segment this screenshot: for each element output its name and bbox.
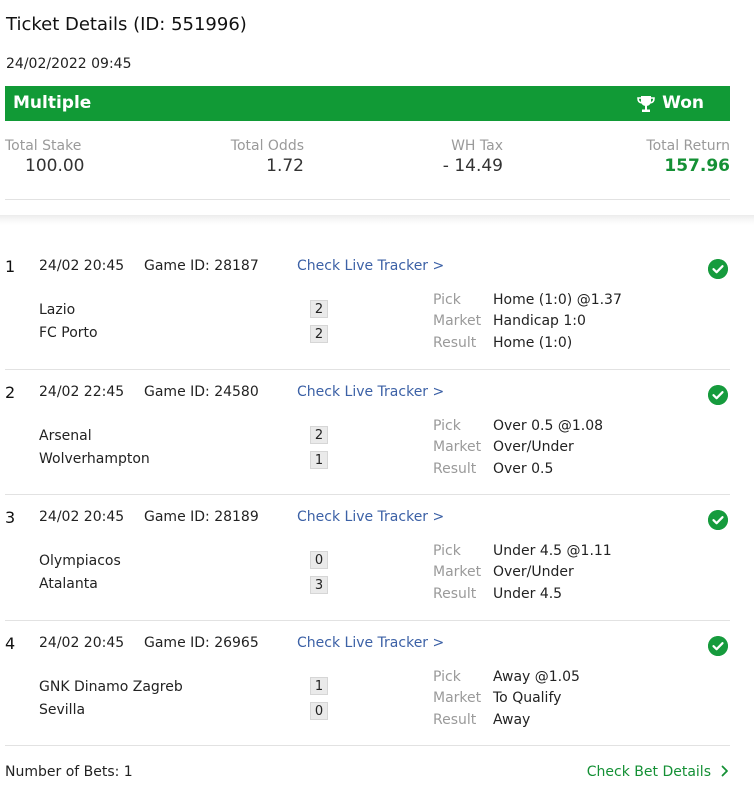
home-team: Arsenal	[39, 427, 92, 444]
total-return: Total Return 157.96	[646, 138, 730, 176]
home-team: Olympiacos	[39, 553, 121, 569]
total-return-value: 157.96	[664, 156, 730, 176]
result-value: Away	[493, 711, 531, 728]
market-value: To Qualify	[493, 689, 562, 706]
result-label: Result	[433, 711, 477, 728]
result-value: Home (1:0)	[493, 335, 573, 351]
wh-tax: WH Tax - 14.49	[443, 138, 503, 176]
away-team: Atalanta	[39, 576, 98, 592]
totals-summary: Total Stake 100.00 Total Odds 1.72 WH Ta…	[5, 138, 730, 200]
pick-label: Pick	[433, 668, 461, 685]
total-stake-label: Total Stake	[5, 138, 82, 154]
wh-tax-value: - 14.49	[442, 156, 503, 176]
game-id: Game ID: 26965	[144, 634, 259, 651]
total-odds-value: 1.72	[266, 156, 304, 176]
wh-tax-label: WH Tax	[451, 138, 503, 154]
market-label: Market	[433, 564, 482, 580]
pick-label: Pick	[433, 543, 461, 559]
check-live-tracker-link[interactable]: Check Live Tracker >	[297, 258, 444, 274]
total-stake: Total Stake 100.00	[5, 138, 84, 176]
away-team: FC Porto	[39, 325, 98, 341]
pick-value: Over 0.5 @1.08	[493, 417, 604, 434]
result-label: Result	[433, 586, 477, 602]
game-id: Game ID: 28189	[144, 509, 259, 525]
pick-value: Away @1.05	[493, 668, 580, 685]
check-live-tracker-link[interactable]: Check Live Tracker >	[297, 509, 444, 525]
ticket-title: Ticket Details (ID: 551996)	[6, 14, 247, 35]
ticket-banner: Multiple Won	[5, 86, 730, 121]
bet-list: 1 24/02 20:45 Game ID: 28187 Check Live …	[5, 244, 730, 746]
bet-time: 24/02 20:45	[39, 258, 125, 274]
chevron-right-icon	[721, 765, 728, 777]
total-odds-label: Total Odds	[230, 138, 304, 154]
check-circle-icon	[708, 510, 728, 530]
bet-time: 24/02 20:45	[39, 509, 125, 525]
home-team: GNK Dinamo Zagreb	[39, 678, 183, 695]
total-stake-value: 100.00	[25, 156, 85, 176]
trophy-icon	[637, 96, 655, 112]
total-odds: Total Odds 1.72	[231, 138, 304, 176]
check-circle-icon	[708, 384, 728, 405]
total-return-label: Total Return	[646, 138, 730, 154]
result-label: Result	[433, 335, 477, 351]
home-score: 2	[310, 425, 328, 444]
market-label: Market	[433, 438, 482, 455]
market-value: Over/Under	[493, 564, 574, 580]
game-id: Game ID: 24580	[144, 383, 259, 400]
section-divider	[0, 215, 754, 225]
market-label: Market	[433, 689, 482, 706]
result-label: Result	[433, 460, 477, 477]
home-score: 0	[310, 551, 328, 569]
market-value: Over/Under	[493, 438, 574, 455]
check-circle-icon	[708, 635, 728, 656]
home-score: 1	[310, 676, 328, 695]
bet-time: 24/02 20:45	[39, 634, 125, 651]
home-score: 2	[310, 300, 328, 318]
away-score: 3	[310, 576, 328, 594]
bet-item: 3 24/02 20:45 Game ID: 28189 Check Live …	[5, 495, 730, 621]
away-score: 0	[310, 701, 328, 720]
market-value: Handicap 1:0	[493, 313, 586, 329]
bet-number: 3	[5, 508, 16, 527]
bet-item: 4 24/02 20:45 Game ID: 26965 Check Live …	[5, 621, 730, 746]
home-team: Lazio	[39, 302, 76, 318]
result-value: Under 4.5	[493, 586, 563, 602]
bet-type-label: Multiple	[13, 93, 92, 113]
number-of-bets: Number of Bets: 1	[5, 764, 133, 780]
bet-item: 1 24/02 20:45 Game ID: 28187 Check Live …	[5, 244, 730, 370]
check-bet-details-link[interactable]: Check Bet Details	[587, 764, 730, 780]
bet-number: 4	[5, 633, 16, 653]
check-live-tracker-link[interactable]: Check Live Tracker >	[297, 384, 444, 400]
check-circle-icon	[708, 259, 728, 279]
check-live-tracker-link[interactable]: Check Live Tracker >	[297, 635, 444, 651]
bet-number: 2	[5, 382, 16, 402]
result-value: Over 0.5	[493, 460, 554, 477]
away-team: Wolverhampton	[39, 450, 150, 467]
market-label: Market	[433, 313, 482, 329]
ticket-datetime: 24/02/2022 09:45	[6, 56, 132, 72]
pick-value: Under 4.5 @1.11	[493, 543, 612, 559]
pick-label: Pick	[433, 292, 461, 308]
pick-value: Home (1:0) @1.37	[493, 292, 622, 308]
pick-label: Pick	[433, 417, 461, 434]
ticket-status-label: Won	[662, 93, 704, 113]
bet-number: 1	[5, 257, 16, 276]
bet-item: 2 24/02 22:45 Game ID: 24580 Check Live …	[5, 370, 730, 495]
away-score: 1	[310, 450, 328, 469]
away-team: Sevilla	[39, 701, 86, 718]
away-score: 2	[310, 325, 328, 343]
game-id: Game ID: 28187	[144, 258, 259, 274]
bet-time: 24/02 22:45	[39, 383, 125, 400]
check-bet-details-label: Check Bet Details	[586, 764, 711, 780]
